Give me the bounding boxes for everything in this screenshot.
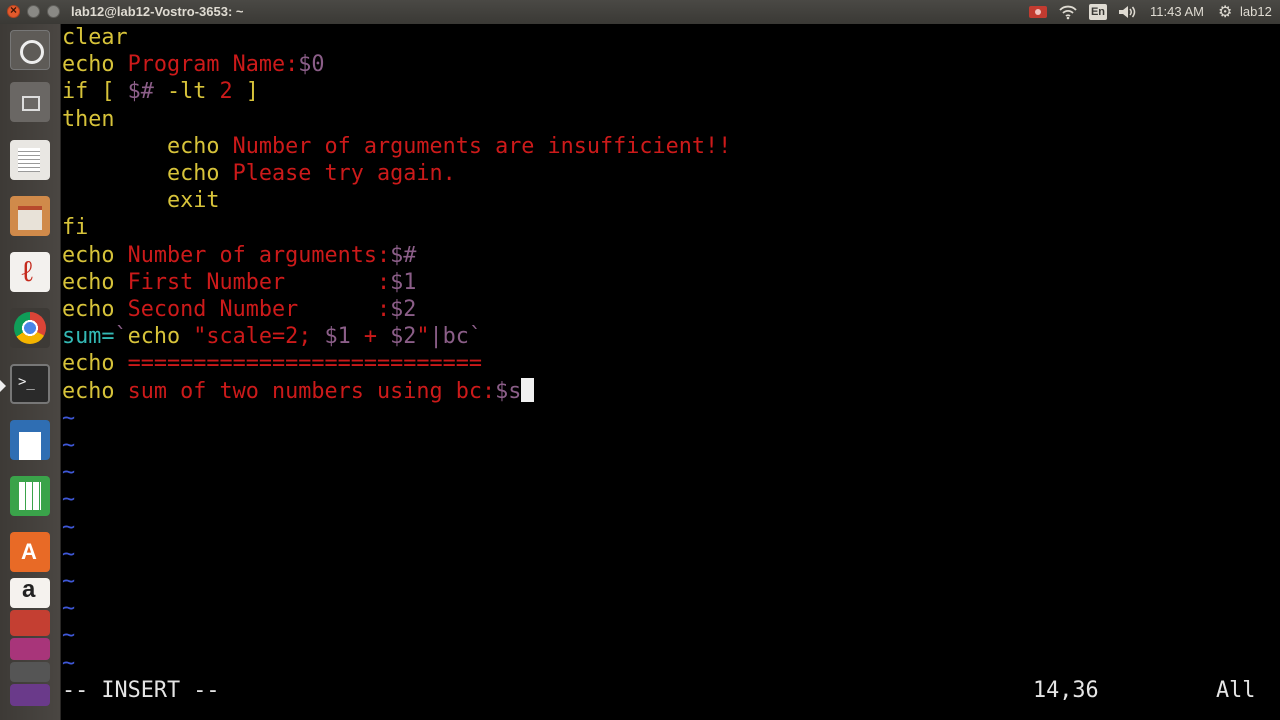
code-token: ] bbox=[232, 79, 259, 105]
empty-line-marker: ~ bbox=[62, 405, 76, 431]
code-token: $2 bbox=[390, 324, 417, 350]
code-token: then bbox=[62, 106, 115, 132]
code-token: Number of arguments: bbox=[127, 242, 391, 268]
amazon-icon[interactable] bbox=[10, 578, 50, 608]
code-token: echo bbox=[62, 161, 233, 186]
code-token: 2 bbox=[219, 79, 233, 105]
code-token: fi bbox=[62, 215, 89, 241]
text-cursor bbox=[521, 377, 535, 402]
code-token: Second Number : bbox=[127, 297, 391, 322]
app-icon[interactable] bbox=[10, 610, 50, 636]
code-token: clear bbox=[62, 25, 128, 50]
code-token: $# bbox=[390, 242, 417, 268]
code-line: clear bbox=[62, 24, 128, 51]
code-token: sum= bbox=[62, 324, 115, 350]
empty-line-marker: ~ bbox=[62, 541, 76, 567]
code-token: $# bbox=[127, 79, 154, 105]
empty-line-marker: ~ bbox=[62, 487, 76, 513]
code-token: " bbox=[416, 324, 430, 350]
vim-editor[interactable]: -- INSERT -- 14,36 All clear echo Program… bbox=[62, 24, 1280, 720]
code-token: exit bbox=[62, 188, 220, 214]
app-icon[interactable] bbox=[10, 684, 50, 706]
empty-line-marker: ~ bbox=[62, 433, 76, 458]
code-line: fi bbox=[62, 214, 88, 241]
text-editor-icon[interactable] bbox=[10, 140, 50, 180]
keyboard-language-indicator[interactable]: En bbox=[1089, 4, 1107, 20]
code-line: echo Number of arguments:$# bbox=[62, 242, 416, 269]
code-token: echo bbox=[62, 351, 128, 377]
scroll-indicator: All bbox=[1216, 678, 1256, 703]
empty-line-marker: ~ bbox=[62, 596, 76, 622]
code-token: echo bbox=[127, 324, 194, 350]
maximize-window-button[interactable] bbox=[47, 5, 60, 18]
code-token: echo bbox=[62, 269, 128, 295]
code-token: if [ bbox=[62, 79, 128, 105]
empty-line-marker: ~ bbox=[62, 650, 76, 676]
code-line: sum=`echo "scale=2; $1 + $2"|bc` bbox=[62, 323, 482, 350]
code-token: =========================== bbox=[127, 351, 482, 377]
code-line: echo Program Name:$0 bbox=[62, 51, 324, 78]
files-icon[interactable] bbox=[10, 82, 50, 122]
launcher bbox=[0, 24, 61, 720]
code-line: echo =========================== bbox=[62, 350, 482, 377]
code-token: "scale=2; bbox=[193, 324, 325, 350]
code-line: then bbox=[62, 106, 115, 133]
empty-line-marker: ~ bbox=[62, 623, 76, 649]
window-title: lab12@lab12-Vostro-3653: ~ bbox=[71, 4, 244, 19]
code-token: sum of two numbers using bc: bbox=[127, 378, 496, 404]
code-token: Program Name: bbox=[127, 52, 299, 78]
code-token: $1 bbox=[390, 269, 417, 295]
software-center-icon[interactable] bbox=[10, 532, 50, 572]
cursor-position: 14,36 bbox=[1033, 678, 1099, 703]
code-token: echo bbox=[62, 378, 128, 404]
code-token: + bbox=[350, 324, 391, 350]
user-menu[interactable]: lab12 bbox=[1240, 4, 1272, 19]
code-token: ` bbox=[114, 324, 128, 350]
minimize-window-button[interactable] bbox=[27, 5, 40, 18]
clock[interactable]: 11:43 AM bbox=[1150, 4, 1204, 19]
empty-line-marker: ~ bbox=[62, 569, 76, 594]
pdf-viewer-icon[interactable] bbox=[10, 252, 50, 292]
active-app-indicator bbox=[0, 380, 6, 392]
code-line: echo sum of two numbers using bc:$s bbox=[62, 377, 535, 405]
code-token: $1 bbox=[324, 324, 351, 350]
gear-icon[interactable]: ⚙ bbox=[1218, 2, 1232, 22]
volume-icon[interactable] bbox=[1117, 4, 1137, 20]
code-token: $s bbox=[495, 378, 522, 404]
top-panel: lab12@lab12-Vostro-3653: ~ En 11:43 AM ⚙… bbox=[0, 0, 1280, 24]
code-token: ` bbox=[468, 324, 482, 350]
writer-icon[interactable] bbox=[10, 420, 50, 460]
code-token: echo bbox=[62, 133, 233, 159]
code-token: -lt bbox=[153, 79, 220, 105]
calc-icon[interactable] bbox=[10, 476, 50, 516]
chrome-icon[interactable] bbox=[10, 308, 50, 348]
app-icon[interactable] bbox=[10, 662, 50, 682]
app-icon[interactable] bbox=[10, 638, 50, 660]
code-token: $0 bbox=[298, 52, 325, 78]
code-line: echo Number of arguments are insufficien… bbox=[62, 133, 731, 160]
terminal-icon[interactable] bbox=[10, 364, 50, 404]
empty-line-marker: ~ bbox=[62, 460, 76, 486]
empty-line-marker: ~ bbox=[62, 514, 76, 540]
code-line: echo First Number :$1 bbox=[62, 269, 416, 296]
ubuntu-dash-icon[interactable] bbox=[10, 30, 50, 70]
code-token: Number of arguments are insufficient!! bbox=[232, 133, 732, 159]
code-token: echo bbox=[62, 52, 128, 78]
code-line: echo Second Number :$2 bbox=[62, 296, 416, 323]
code-line: echo Please try again. bbox=[62, 160, 456, 187]
code-line: if [ $# -lt 2 ] bbox=[62, 78, 259, 105]
code-token: echo bbox=[62, 242, 128, 268]
close-window-button[interactable] bbox=[7, 3, 20, 18]
wifi-icon[interactable] bbox=[1059, 4, 1077, 20]
code-token: First Number : bbox=[127, 269, 391, 295]
mode-indicator: -- INSERT -- bbox=[62, 678, 220, 703]
code-line: exit bbox=[62, 187, 220, 214]
file-cabinet-icon[interactable] bbox=[10, 196, 50, 236]
code-token: echo bbox=[62, 297, 128, 322]
code-token: $2 bbox=[390, 297, 417, 322]
code-token: |bc bbox=[429, 324, 469, 350]
recording-icon[interactable] bbox=[1029, 6, 1047, 18]
code-token: Please try again. bbox=[232, 161, 456, 186]
